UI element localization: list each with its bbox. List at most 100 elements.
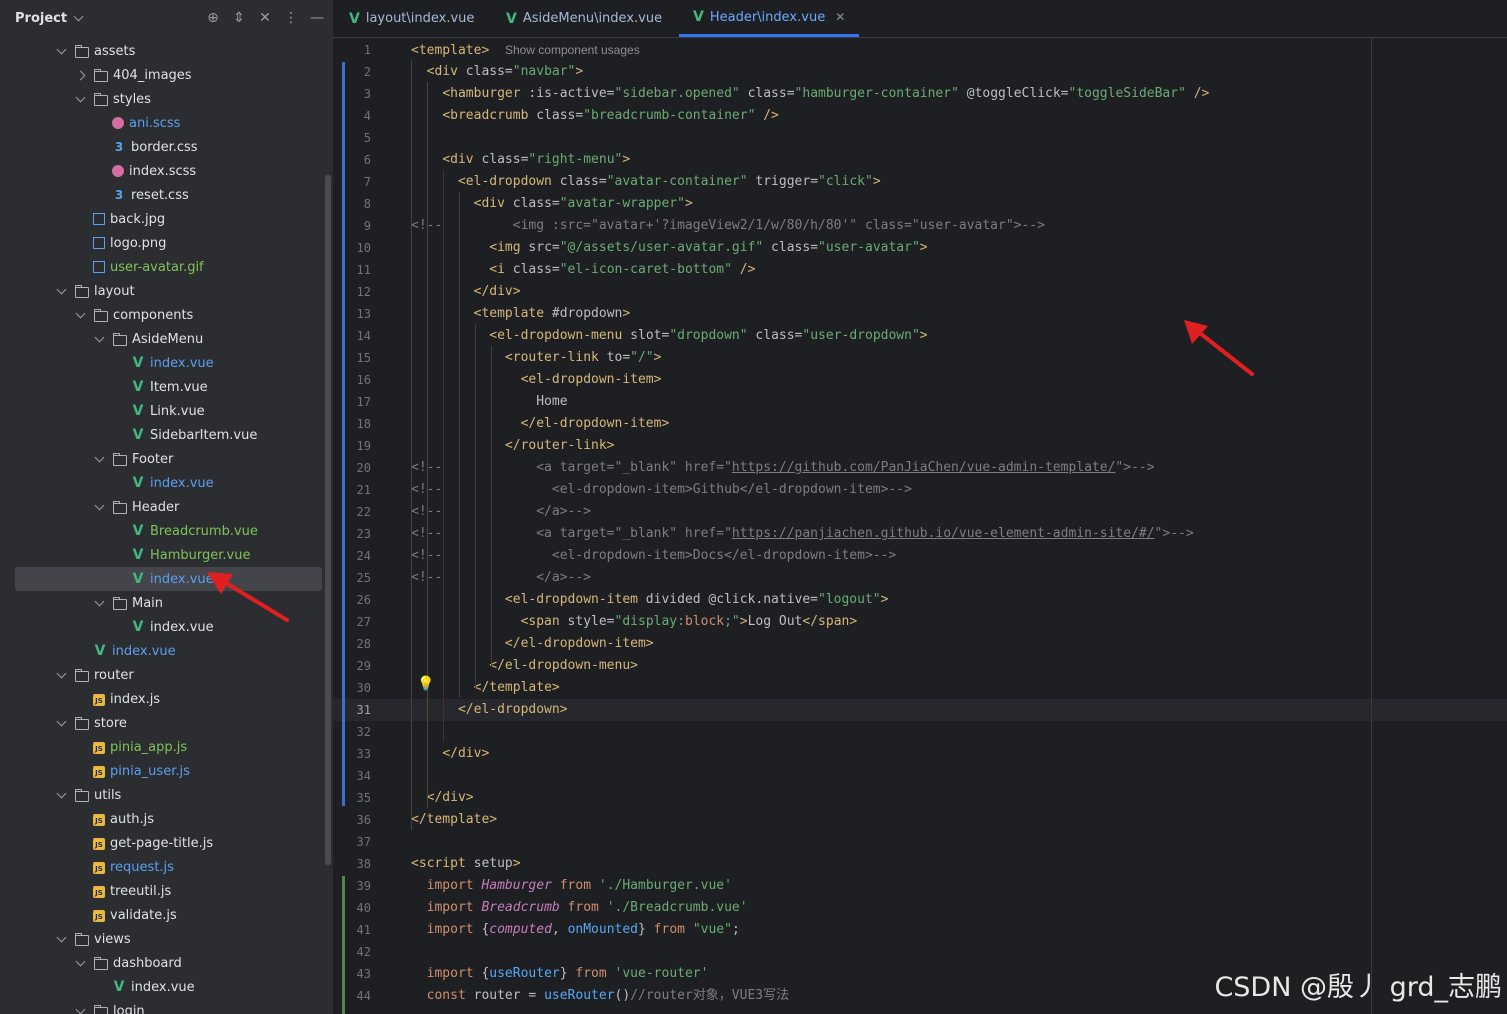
code-line[interactable]: <!-- <a target="_blank" href="https://pa… [411,523,1194,545]
code-line[interactable]: <el-dropdown class="avatar-container" tr… [411,171,881,193]
tree-file[interactable]: V Item.vue [0,375,322,399]
chevron-down-icon[interactable] [56,284,67,294]
code-line[interactable]: </router-link> [411,435,615,457]
tab-asidemenu-index[interactable]: V AsideMenu\index.vue [506,0,662,37]
tree-folder[interactable]: Footer [0,447,322,471]
chevron-down-icon[interactable] [56,716,67,726]
tree-folder[interactable]: dashboard [0,951,322,975]
tree-file[interactable]: Vindex.vue [0,639,322,663]
tree-folder[interactable]: login [0,999,322,1014]
project-title[interactable]: Project [15,11,67,26]
tree-folder[interactable]: Header [0,495,322,519]
code-line[interactable]: Home [411,391,567,413]
code-line[interactable]: <!-- <a target="_blank" href="https://gi… [411,457,1155,479]
tab-header-index[interactable]: V Header\index.vue ✕ [679,0,860,37]
locate-icon[interactable]: ⊕ [200,10,226,26]
tree-folder[interactable]: utils [0,783,322,807]
tree-folder[interactable]: assets [0,39,322,63]
tree-file[interactable]: Vindex.vue [0,471,322,495]
tree-file[interactable]: JS index.js [0,687,322,711]
code-editor[interactable]: 1 2 3 4 5 6 7 8 9 10 11 12 13 14 15 16 17 18 19 20 21 22 23 24 2… [333,38,1507,1014]
tree-file[interactable]: Vindex.vue [0,975,322,999]
chevron-down-icon[interactable] [75,956,86,966]
code-line[interactable]: import {computed, onMounted} from "vue"; [411,919,740,941]
chevron-down-icon[interactable] [94,596,105,606]
code-line[interactable]: </div> [411,743,489,765]
tree-file[interactable]: ani.scss [0,111,322,135]
tree-folder[interactable]: router [0,663,322,687]
tree-folder[interactable]: store [0,711,322,735]
code-line[interactable]: <el-dropdown-item> [411,369,662,391]
tree-folder[interactable]: styles [0,87,322,111]
code-line[interactable]: </template> [411,809,497,831]
expand-all-icon[interactable]: ⇕ [226,10,252,26]
code-line[interactable]: <!-- </a>--> [411,567,591,589]
more-options-icon[interactable]: ⋮ [278,10,304,26]
chevron-right-icon[interactable] [75,70,86,80]
close-icon[interactable]: ✕ [835,10,845,24]
chevron-down-icon[interactable] [56,932,67,942]
code-line[interactable]: <router-link to="/"> [411,347,662,369]
tree-file[interactable]: V Link.vue [0,399,322,423]
tree-folder[interactable]: components [0,303,322,327]
tree-file[interactable]: Vindex.vue [0,351,322,375]
chevron-down-icon[interactable] [56,44,67,54]
code-line[interactable]: <template> Show component usages [411,39,640,61]
tree-file[interactable]: 3 reset.css [0,183,322,207]
chevron-down-icon[interactable] [73,11,84,21]
lightbulb-icon[interactable]: 💡 [417,676,434,692]
chevron-down-icon[interactable] [75,1004,86,1014]
chevron-down-icon[interactable] [94,500,105,510]
tree-file[interactable]: JS treeutil.js [0,879,322,903]
code-line[interactable]: <i class="el-icon-caret-bottom" /> [411,259,755,281]
code-line[interactable]: </el-dropdown-item> [411,633,654,655]
code-line[interactable]: <breadcrumb class="breadcrumb-container"… [411,105,779,127]
code-line[interactable]: import {useRouter} from 'vue-router' [411,963,709,985]
code-line[interactable]: </el-dropdown-item> [411,413,670,435]
tab-layout-index[interactable]: V layout\index.vue [349,0,474,37]
tree-file[interactable]: JS validate.js [0,903,322,927]
code-line[interactable]: <img src="@/assets/user-avatar.gif" clas… [411,237,927,259]
tree-folder[interactable]: AsideMenu [0,327,322,351]
code-line[interactable]: import Breadcrumb from './Breadcrumb.vue… [411,897,748,919]
code-line[interactable]: const router = useRouter()//router对象，VUE… [411,985,789,1007]
code-line[interactable]: <div class="right-menu"> [411,149,630,171]
tree-folder[interactable]: views [0,927,322,951]
code-line[interactable]: <div class="avatar-wrapper"> [411,193,693,215]
chevron-down-icon[interactable] [56,788,67,798]
code-line[interactable]: <!-- </a>--> [411,501,591,523]
tree-file[interactable]: 3 border.css [0,135,322,159]
code-line[interactable]: <el-dropdown-item divided @click.native=… [411,589,889,611]
collapse-all-icon[interactable]: ✕ [252,10,278,26]
chevron-down-icon[interactable] [75,308,86,318]
tree-folder[interactable]: layout [0,279,322,303]
chevron-down-icon[interactable] [94,452,105,462]
tree-file[interactable]: logo.png [0,231,322,255]
tree-file[interactable]: JS get-page-title.js [0,831,322,855]
tree-file[interactable]: user-avatar.gif [0,255,322,279]
chevron-down-icon[interactable] [75,92,86,102]
code-line[interactable]: </div> [411,787,474,809]
code-line[interactable]: <el-dropdown-menu slot="dropdown" class=… [411,325,927,347]
tree-file[interactable]: V Hamburger.vue [0,543,322,567]
code-line[interactable]: <div class="navbar"> [411,61,584,83]
code-line[interactable]: <span style="display:block;">Log Out</sp… [411,611,858,633]
tree-file[interactable]: JS pinia_user.js [0,759,322,783]
tree-file[interactable]: JS pinia_app.js [0,735,322,759]
hide-panel-icon[interactable]: — [304,10,330,26]
code-line[interactable]: <!-- <img :src="avatar+'?imageView2/1/w/… [411,215,1045,237]
tree-file[interactable]: index.scss [0,159,322,183]
tree-file[interactable]: V Breadcrumb.vue [0,519,322,543]
project-scrollbar[interactable] [325,175,331,865]
tree-file[interactable]: JS request.js [0,855,322,879]
tree-file[interactable]: back.jpg [0,207,322,231]
tree-file[interactable]: JS auth.js [0,807,322,831]
code-line[interactable]: <script setup> [411,853,521,875]
code-line[interactable]: <!-- <el-dropdown-item>Docs</el-dropdown… [411,545,896,567]
code-line[interactable]: <!-- <el-dropdown-item>Github</el-dropdo… [411,479,912,501]
chevron-down-icon[interactable] [94,332,105,342]
tree-folder[interactable]: 404_images [0,63,322,87]
code-line[interactable]: import Hamburger from './Hamburger.vue' [411,875,732,897]
code-line[interactable]: </el-dropdown> [411,699,568,721]
code-line[interactable]: </el-dropdown-menu> [411,655,638,677]
